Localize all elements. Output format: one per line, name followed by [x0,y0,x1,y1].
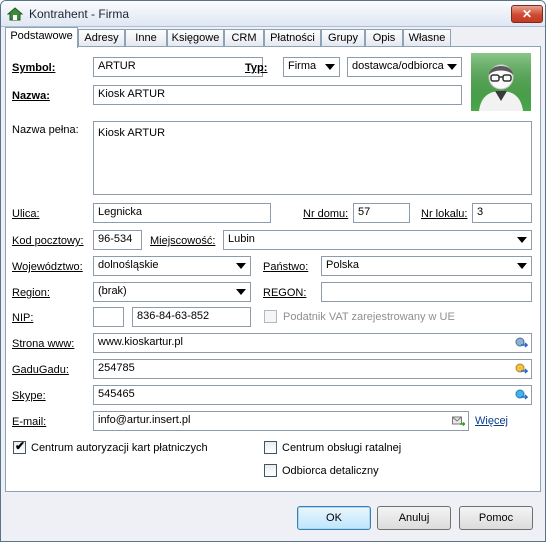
gadugadu-label: GaduGadu: [12,364,69,376]
kind-select-value: dostawca/odbiorca [352,60,444,72]
nip-prefix-field[interactable] [93,307,124,327]
gadugadu-field[interactable]: 254785 [93,359,532,379]
checkmark-icon: ✔ [15,439,26,453]
vat-ue-checkbox[interactable] [264,310,277,323]
email-value: info@artur.insert.pl [98,414,191,426]
tab-bar: Podstawowe Adresy Inne Księgowe CRM Płat… [5,27,545,48]
chevron-down-icon [236,289,246,295]
panstwo-select[interactable]: Polska [321,256,532,276]
symbol-field[interactable]: ARTUR [93,57,263,77]
tab-platnosci[interactable]: Płatności [264,29,321,47]
contractor-avatar-icon [471,53,531,111]
wojewodztwo-label: Województwo: [12,261,83,273]
typ-label: Typ: [245,62,268,74]
typ-select[interactable]: Firma [283,57,340,77]
www-field[interactable]: www.kioskartur.pl [93,333,532,353]
symbol-label: Symbol: [12,62,56,74]
regon-field[interactable] [321,282,532,302]
centrum-ratalnej-label: Centrum obsługi ratalnej [282,442,402,454]
tab-wlasne[interactable]: Własne [403,29,451,47]
more-link[interactable]: Więcej [475,415,508,427]
help-button[interactable]: Pomoc [459,506,533,530]
typ-select-value: Firma [288,60,317,72]
www-label: Strona www: [12,338,75,350]
gadugadu-value: 254785 [98,362,135,374]
vat-ue-label: Podatnik VAT zarejestrowany w UE [283,311,455,323]
odbiorca-detaliczny-label: Odbiorca detaliczny [282,465,379,477]
tab-opis[interactable]: Opis [365,29,403,47]
app-house-icon [7,7,23,21]
wojewodztwo-select[interactable]: dolnośląskie [93,256,251,276]
skype-field[interactable]: 545465 [93,385,532,405]
region-label: Region: [12,287,50,299]
chevron-down-icon [517,237,527,243]
ok-button[interactable]: OK [297,506,371,530]
email-label: E-mail: [12,416,47,428]
skype-label: Skype: [12,390,46,402]
kod-field[interactable]: 96-534 [93,230,142,250]
centrum-autoryzacji-checkbox[interactable]: ✔ [13,439,26,454]
centrum-ratalnej-checkbox[interactable] [264,441,277,454]
kod-label: Kod pocztowy: [12,235,84,247]
region-value: (brak) [98,285,127,297]
panstwo-value: Polska [326,259,360,271]
panstwo-label: Państwo: [263,261,309,273]
region-select[interactable]: (brak) [93,282,251,302]
tab-crm[interactable]: CRM [224,29,264,47]
tab-adresy[interactable]: Adresy [78,29,125,47]
chevron-down-icon [325,64,335,70]
wojewodztwo-value: dolnośląskie [98,259,159,271]
close-button[interactable]: ✕ [511,5,543,23]
odbiorca-detaliczny-checkbox[interactable] [264,464,277,477]
dialog-window: Kontrahent - Firma ✕ Podstawowe Adresy I… [0,0,546,542]
cancel-button[interactable]: Anuluj [377,506,451,530]
open-web-icon[interactable] [515,337,528,349]
miejscowosc-value: Lubin [228,233,255,245]
nr-lokalu-label: Nr lokalu: [421,208,468,220]
miejscowosc-select[interactable]: Lubin [223,230,532,250]
skype-icon[interactable] [515,389,528,401]
nr-domu-field[interactable]: 57 [353,203,410,223]
www-value: www.kioskartur.pl [98,336,183,348]
skype-value: 545465 [98,388,135,400]
tab-grupy[interactable]: Grupy [321,29,365,47]
nazwa-label: Nazwa: [12,90,50,102]
chevron-down-icon [517,263,527,269]
gadugadu-icon[interactable] [515,363,528,375]
miejscowosc-label: Miejscowość: [150,235,216,247]
ulica-field[interactable]: Legnicka [93,203,271,223]
nip-field[interactable]: 836-84-63-852 [132,307,251,327]
chevron-down-icon [447,64,457,70]
ulica-label: Ulica: [12,208,40,220]
email-field[interactable]: info@artur.insert.pl [93,411,469,431]
centrum-autoryzacji-label: Centrum autoryzacji kart płatniczych [31,442,208,454]
nr-domu-label: Nr domu: [303,208,349,220]
title-bar: Kontrahent - Firma ✕ [1,1,545,27]
kind-select[interactable]: dostawca/odbiorca [347,57,462,77]
send-email-icon[interactable] [452,415,465,427]
nazwa-pelna-field[interactable]: Kiosk ARTUR [93,121,532,195]
tab-inne[interactable]: Inne [125,29,167,47]
nazwa-pelna-label: Nazwa pełna: [12,124,79,136]
window-title: Kontrahent - Firma [29,7,130,21]
nr-lokalu-field[interactable]: 3 [472,203,532,223]
tab-ksiegowe[interactable]: Księgowe [167,29,224,47]
nip-label: NIP: [12,312,34,324]
chevron-down-icon [236,263,246,269]
tab-podstawowe[interactable]: Podstawowe [5,27,78,48]
nazwa-field[interactable]: Kiosk ARTUR [93,85,462,105]
regon-label: REGON: [263,287,307,299]
